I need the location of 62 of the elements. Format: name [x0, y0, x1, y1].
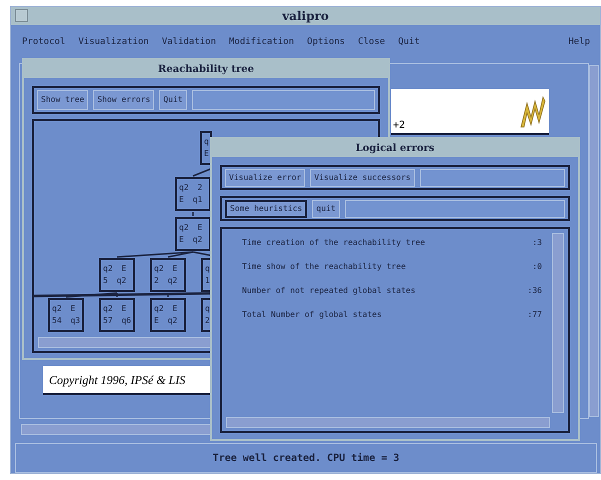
row-value: :0 — [532, 261, 542, 273]
menu-item[interactable]: Visualization — [77, 36, 150, 50]
tree-node[interactable]: q2 E 54 q3 — [48, 298, 84, 332]
menu-item[interactable]: Modification — [228, 36, 296, 50]
menu-item[interactable]: Quit — [397, 36, 421, 50]
input-field[interactable] — [192, 90, 375, 110]
menu-item[interactable]: Options — [306, 36, 346, 50]
vertical-scrollbar[interactable] — [589, 65, 599, 417]
row-value: :36 — [528, 285, 542, 297]
row-value: :77 — [528, 309, 542, 321]
menu-item[interactable]: Validation — [160, 36, 217, 50]
node-label: 2 — [205, 317, 208, 325]
node-label: 54 q3 — [52, 317, 80, 325]
window-title: Reachability tree — [158, 62, 254, 76]
help-menu[interactable]: Help — [568, 36, 590, 50]
toolbar-button[interactable]: Show errors — [93, 90, 154, 110]
row-value: :3 — [532, 237, 542, 249]
toolbar-button[interactable]: Visualize successors — [310, 168, 415, 186]
node-label: 57 q6 — [103, 317, 131, 325]
panel-text: +2 — [393, 119, 406, 133]
vertical-scrollbar[interactable] — [552, 233, 564, 413]
node-label: 1 — [205, 277, 208, 285]
tree-node[interactable]: q2 E 5 q2 — [99, 258, 135, 292]
node-label: q — [205, 265, 208, 273]
tree-node[interactable]: q2 E E q2 — [150, 298, 186, 332]
node-label: q2 E — [103, 305, 128, 313]
node-label: q2 E — [154, 305, 178, 313]
node-label: q2 E — [179, 224, 204, 232]
toolbar-button[interactable]: Quit — [159, 90, 187, 110]
toolbar-button[interactable]: Visualize error — [225, 168, 306, 186]
node-label: 5 q2 — [103, 277, 128, 285]
connector-line — [192, 212, 194, 216]
node-label: q2 2 — [179, 184, 204, 192]
horizontal-scrollbar[interactable] — [226, 417, 550, 428]
node-label: E q2 — [154, 317, 178, 325]
input-field[interactable] — [344, 200, 565, 218]
toolbar-button[interactable]: Some heuristics — [225, 200, 308, 218]
node-label: q2 E — [103, 265, 128, 273]
row-label: Number of not repeated global states — [242, 285, 416, 297]
tree-node[interactable]: q2 E 2 q2 — [150, 258, 186, 292]
tree-node[interactable]: q2 E 57 q6 — [99, 298, 135, 332]
menu-item[interactable]: Protocol — [21, 36, 66, 50]
window-title: Logical errors — [356, 142, 434, 156]
node-label: E q1 — [179, 196, 204, 204]
node-label: E — [204, 150, 208, 158]
node-label: q2 E — [52, 305, 76, 313]
node-label: q2 E — [154, 265, 178, 273]
node-label: 2 q2 — [154, 277, 178, 285]
row-label: Time creation of the reachability tree — [242, 237, 426, 249]
input-field[interactable] — [420, 168, 565, 186]
toolbar-button[interactable]: Show tree — [37, 90, 88, 110]
menu-item[interactable]: Close — [356, 36, 386, 50]
node-label: q — [204, 138, 208, 146]
status-text: Tree well created. CPU time = 3 — [212, 452, 400, 466]
copyright-text: Copyright 1996, IPSé & LIS — [49, 372, 186, 388]
node-label: q — [205, 305, 208, 313]
toolbar-button[interactable]: quit — [312, 200, 340, 218]
row-label: Total Number of global states — [242, 309, 382, 321]
node-label: E q2 — [179, 236, 204, 244]
row-label: Time show of the reachability tree — [242, 261, 406, 273]
window-title: valipro — [282, 8, 329, 25]
window-menu-button[interactable] — [15, 9, 28, 22]
